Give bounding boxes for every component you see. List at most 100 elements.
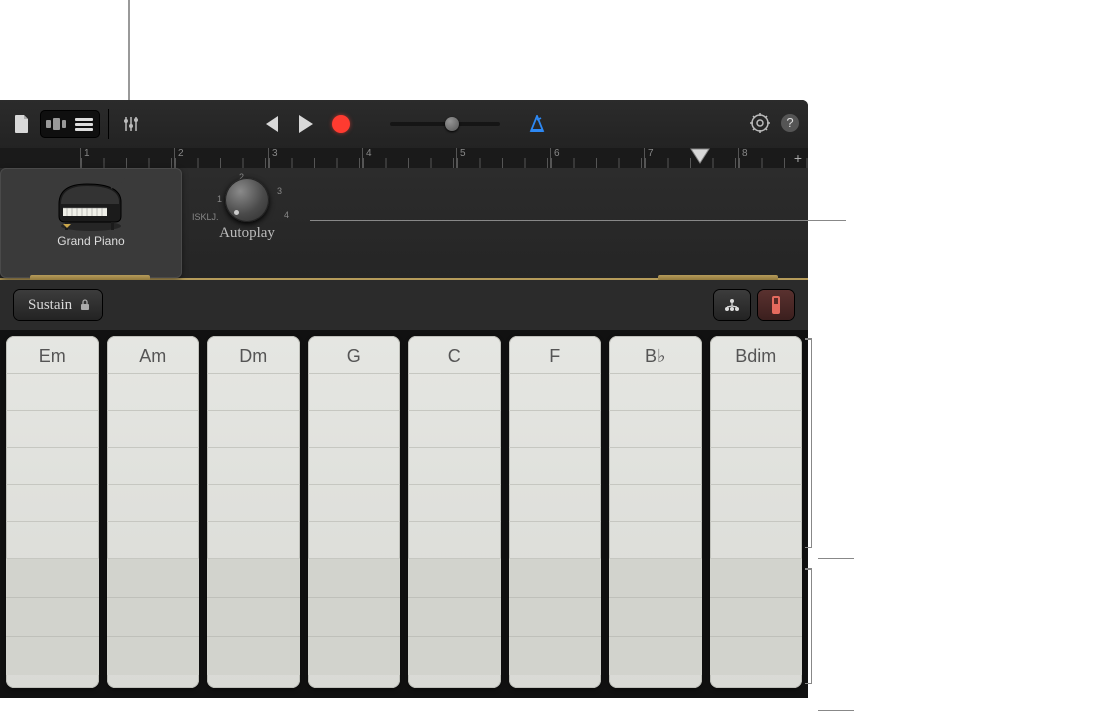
chord-row[interactable] (308, 411, 401, 448)
chord-strip[interactable]: C (408, 336, 501, 688)
bass-row[interactable] (6, 559, 99, 598)
chord-row[interactable] (6, 411, 99, 448)
chord-row[interactable] (308, 448, 401, 485)
chord-strip[interactable]: F (509, 336, 602, 688)
chord-row[interactable] (6, 374, 99, 411)
bass-row[interactable] (107, 559, 200, 598)
chord-row[interactable] (6, 448, 99, 485)
record-button[interactable] (332, 115, 350, 133)
chord-row[interactable] (408, 374, 501, 411)
bass-row[interactable] (107, 637, 200, 675)
autoplay-off-label: ISKLJ. (192, 212, 219, 222)
chord-strip[interactable]: B♭ (609, 336, 702, 688)
svg-text:?: ? (786, 115, 793, 130)
chord-row[interactable] (207, 374, 300, 411)
chord-row[interactable] (609, 411, 702, 448)
chord-row[interactable] (408, 448, 501, 485)
timeline-ruler[interactable]: 1 2 3 4 5 6 7 8 + (0, 148, 808, 168)
chord-row[interactable] (509, 485, 602, 522)
bass-row[interactable] (609, 637, 702, 675)
bass-row[interactable] (408, 598, 501, 637)
chord-strip[interactable]: Am (107, 336, 200, 688)
playhead[interactable] (690, 148, 710, 168)
add-section-button[interactable]: + (794, 150, 802, 166)
bass-row[interactable] (509, 637, 602, 675)
help-button[interactable]: ? (780, 113, 800, 136)
chord-row[interactable] (107, 485, 200, 522)
keyboard-view-button[interactable] (758, 290, 794, 320)
chord-strip[interactable]: Bdim (710, 336, 803, 688)
bass-row[interactable] (6, 637, 99, 675)
bass-row[interactable] (710, 559, 803, 598)
go-to-beginning-button[interactable] (262, 116, 280, 132)
chord-row[interactable] (710, 485, 803, 522)
chord-row[interactable] (207, 448, 300, 485)
chord-row[interactable] (509, 374, 602, 411)
bass-row[interactable] (6, 598, 99, 637)
browser-view-button[interactable] (44, 112, 68, 136)
chord-strip[interactable]: Em (6, 336, 99, 688)
bass-row[interactable] (207, 559, 300, 598)
chord-row[interactable] (207, 485, 300, 522)
chord-row[interactable] (710, 448, 803, 485)
chord-row[interactable] (609, 448, 702, 485)
chord-row[interactable] (308, 374, 401, 411)
chord-strip[interactable]: Dm (207, 336, 300, 688)
bass-row[interactable] (107, 598, 200, 637)
chord-row[interactable] (308, 485, 401, 522)
chord-strips-view-button[interactable] (714, 290, 750, 320)
my-songs-button[interactable] (8, 110, 36, 138)
bass-row[interactable] (308, 559, 401, 598)
bass-row[interactable] (609, 559, 702, 598)
chord-row[interactable] (609, 522, 702, 559)
bass-row[interactable] (509, 559, 602, 598)
bar-marker: 3 (268, 148, 362, 168)
bass-row[interactable] (408, 559, 501, 598)
chord-row[interactable] (107, 411, 200, 448)
autoplay-pos-1: 1 (217, 194, 222, 204)
chord-row[interactable] (509, 448, 602, 485)
bass-row[interactable] (710, 637, 803, 675)
chord-row[interactable] (408, 485, 501, 522)
keyboard-icon (770, 295, 782, 315)
chord-row[interactable] (408, 522, 501, 559)
chord-row[interactable] (509, 411, 602, 448)
chord-row[interactable] (207, 522, 300, 559)
bar-marker: 5 (456, 148, 550, 168)
bass-row[interactable] (308, 637, 401, 675)
instrument-card[interactable]: Grand Piano (0, 168, 182, 278)
bass-row[interactable] (207, 598, 300, 637)
chord-row[interactable] (710, 411, 803, 448)
chord-strip[interactable]: G (308, 336, 401, 688)
bass-row[interactable] (207, 637, 300, 675)
sustain-button[interactable]: Sustain (14, 290, 102, 320)
master-volume-slider[interactable] (390, 122, 500, 126)
chord-row[interactable] (609, 485, 702, 522)
chord-row[interactable] (308, 522, 401, 559)
chord-row[interactable] (710, 522, 803, 559)
bass-row[interactable] (609, 598, 702, 637)
chord-row[interactable] (408, 411, 501, 448)
bass-row[interactable] (509, 598, 602, 637)
chord-row[interactable] (609, 374, 702, 411)
chord-row[interactable] (509, 522, 602, 559)
volume-thumb[interactable] (445, 117, 459, 131)
tracks-view-button[interactable] (72, 112, 96, 136)
bass-row[interactable] (308, 598, 401, 637)
chord-row[interactable] (710, 374, 803, 411)
mixer-button[interactable] (117, 110, 145, 138)
chord-row[interactable] (107, 374, 200, 411)
chord-row[interactable] (107, 448, 200, 485)
chord-row[interactable] (6, 522, 99, 559)
bass-row[interactable] (408, 637, 501, 675)
settings-button[interactable] (750, 113, 770, 136)
autoplay-knob[interactable] (225, 178, 269, 222)
chord-row[interactable] (207, 411, 300, 448)
chord-row[interactable] (107, 522, 200, 559)
bass-row[interactable] (710, 598, 803, 637)
browser-icon (46, 117, 66, 131)
metronome-button[interactable] (528, 115, 546, 133)
callout-line-autoplay (310, 220, 846, 221)
chord-row[interactable] (6, 485, 99, 522)
play-button[interactable] (298, 115, 314, 133)
